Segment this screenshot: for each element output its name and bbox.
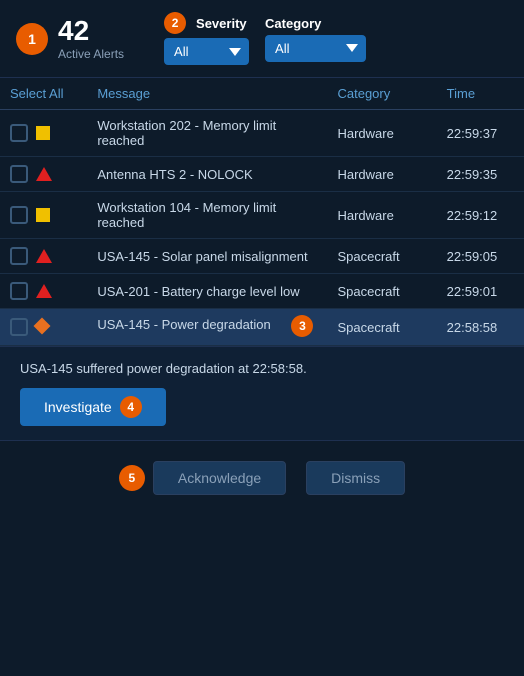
table-row[interactable]: USA-145 - Power degradation3 Spacecraft …	[0, 309, 524, 346]
red-triangle-icon	[36, 284, 50, 298]
table-row[interactable]: USA-145 - Solar panel misalignment Space…	[0, 239, 524, 274]
row-category: Hardware	[327, 157, 436, 192]
category-dropdown[interactable]: All Hardware Spacecraft Software	[265, 35, 366, 62]
row-time: 22:59:37	[437, 110, 524, 157]
dismiss-button[interactable]: Dismiss	[306, 461, 405, 495]
row-message: Workstation 202 - Memory limit reached	[87, 110, 327, 157]
table-row[interactable]: Workstation 202 - Memory limit reached H…	[0, 110, 524, 157]
step5-badge: 5	[119, 465, 145, 491]
severity-filter: 2 Severity All High Medium Low	[164, 12, 249, 65]
severity-label-group: 2 Severity	[164, 12, 249, 34]
row-category: Spacecraft	[327, 239, 436, 274]
row-time: 22:59:05	[437, 239, 524, 274]
row-checkbox[interactable]	[10, 206, 28, 224]
row-category: Hardware	[327, 110, 436, 157]
row-category: Hardware	[327, 192, 436, 239]
alerts-table-container: Select All Message Category Time Worksta…	[0, 78, 524, 347]
header: 1 42 Active Alerts 2 Severity All High M…	[0, 0, 524, 78]
row-checkbox[interactable]	[10, 165, 28, 183]
alerts-table: Select All Message Category Time Worksta…	[0, 78, 524, 346]
severity-label: Severity	[196, 16, 247, 31]
alert-count: 42	[58, 17, 89, 45]
investigate-button[interactable]: Investigate 4	[20, 388, 166, 426]
row-message: Workstation 104 - Memory limit reached	[87, 192, 327, 239]
time-header: Time	[437, 78, 524, 110]
row-checkbox[interactable]	[10, 247, 28, 265]
acknowledge-group: 5 Acknowledge	[119, 461, 286, 495]
action-bar: 5 Acknowledge Dismiss	[0, 441, 524, 515]
row-checkbox[interactable]	[10, 124, 28, 142]
alert-count-section: 42 Active Alerts	[58, 17, 124, 61]
alert-label: Active Alerts	[58, 47, 124, 61]
orange-diamond-icon	[36, 320, 50, 334]
row-time: 22:58:58	[437, 309, 524, 346]
category-label: Category	[265, 16, 321, 31]
table-row[interactable]: Workstation 104 - Memory limit reached H…	[0, 192, 524, 239]
row-checkbox[interactable]	[10, 318, 28, 336]
yellow-square-icon	[36, 208, 50, 222]
row-category: Spacecraft	[327, 274, 436, 309]
row-message: USA-145 - Power degradation3	[87, 309, 327, 346]
acknowledge-button[interactable]: Acknowledge	[153, 461, 286, 495]
detail-text: USA-145 suffered power degradation at 22…	[20, 361, 307, 376]
row-time: 22:59:01	[437, 274, 524, 309]
category-header: Category	[327, 78, 436, 110]
row-category: Spacecraft	[327, 309, 436, 346]
filter-section: 2 Severity All High Medium Low Category …	[164, 12, 366, 65]
select-all-header[interactable]: Select All	[0, 78, 87, 110]
severity-dropdown[interactable]: All High Medium Low	[164, 38, 249, 65]
red-triangle-icon	[36, 249, 50, 263]
investigate-label: Investigate	[44, 399, 112, 415]
step2-badge: 2	[164, 12, 186, 34]
dismiss-group: Dismiss	[306, 461, 405, 495]
message-header: Message	[87, 78, 327, 110]
table-row[interactable]: Antenna HTS 2 - NOLOCK Hardware 22:59:35	[0, 157, 524, 192]
red-triangle-icon	[36, 167, 50, 181]
row-message: USA-145 - Solar panel misalignment	[87, 239, 327, 274]
active-alerts-section: 1 42 Active Alerts	[16, 17, 124, 61]
row-time: 22:59:35	[437, 157, 524, 192]
step4-badge: 4	[120, 396, 142, 418]
row-checkbox[interactable]	[10, 282, 28, 300]
yellow-square-icon	[36, 126, 50, 140]
select-all-label[interactable]: Select All	[10, 86, 63, 101]
row-time: 22:59:12	[437, 192, 524, 239]
detail-panel: USA-145 suffered power degradation at 22…	[0, 347, 524, 441]
step1-badge: 1	[16, 23, 48, 55]
category-filter: Category All Hardware Spacecraft Softwar…	[265, 16, 366, 62]
step3-badge: 3	[291, 315, 313, 337]
category-label-group: Category	[265, 16, 366, 31]
row-message: USA-201 - Battery charge level low	[87, 274, 327, 309]
table-row[interactable]: USA-201 - Battery charge level low Space…	[0, 274, 524, 309]
row-message: Antenna HTS 2 - NOLOCK	[87, 157, 327, 192]
